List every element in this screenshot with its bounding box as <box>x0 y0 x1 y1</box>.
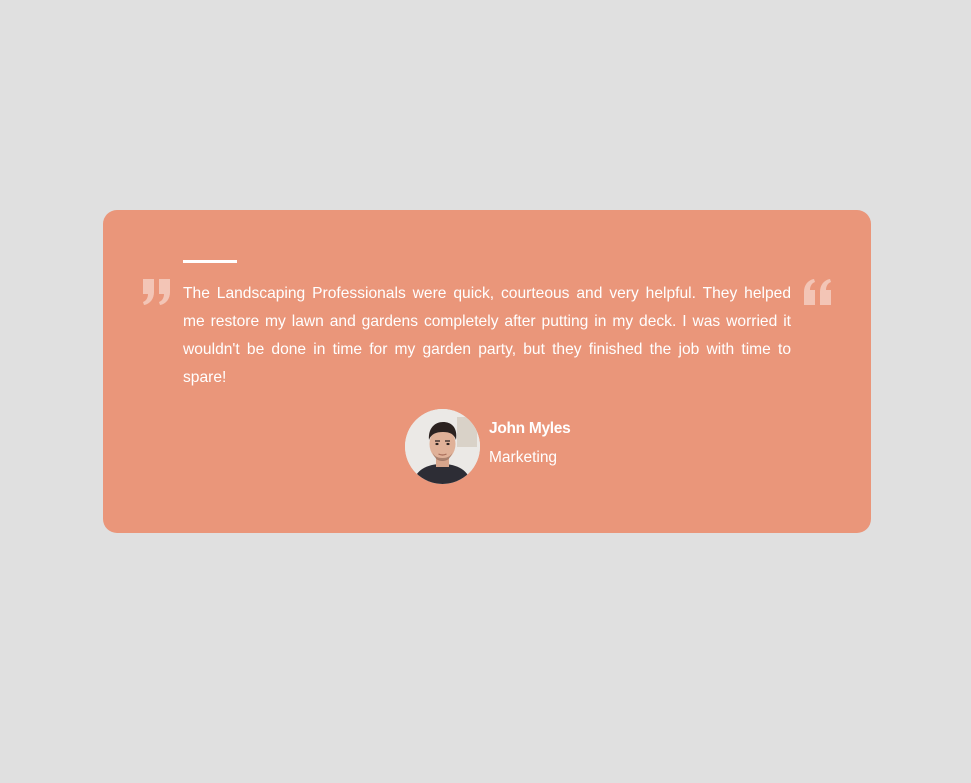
testimonial-card: The Landscaping Professionals were quick… <box>103 210 871 533</box>
quote-open-icon <box>802 278 832 306</box>
author-role: Marketing <box>489 448 558 466</box>
quote-close-icon <box>142 278 172 306</box>
author-info: John Myles Marketing <box>489 418 571 469</box>
author-block: John Myles Marketing <box>405 408 571 484</box>
author-name: John Myles <box>489 419 571 437</box>
avatar <box>405 408 480 484</box>
testimonial-quote: The Landscaping Professionals were quick… <box>183 285 791 386</box>
accent-divider <box>183 260 237 263</box>
